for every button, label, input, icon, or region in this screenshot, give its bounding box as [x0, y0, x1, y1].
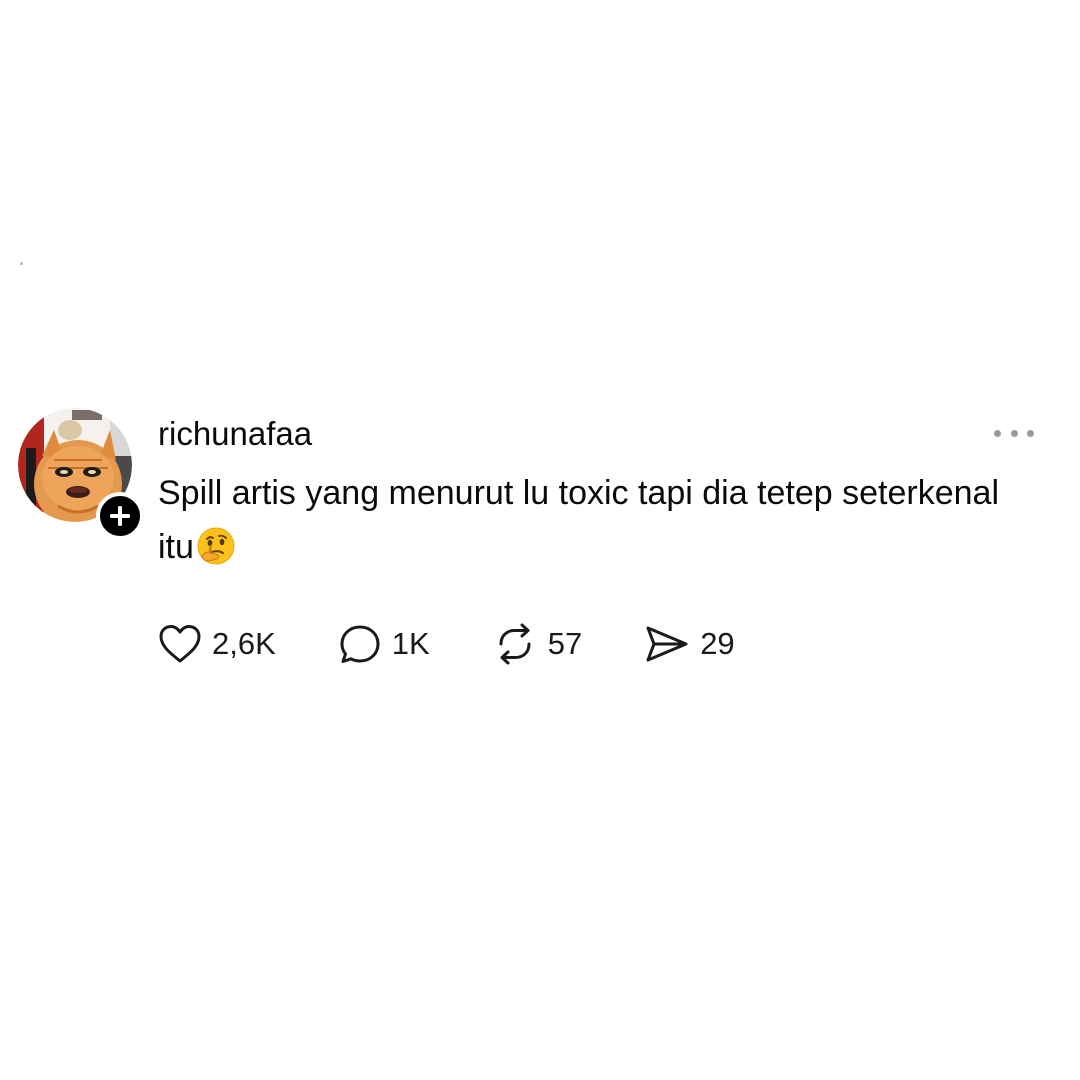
username[interactable]: richunafaa	[158, 412, 1018, 456]
plus-icon	[110, 506, 130, 526]
more-options-button[interactable]	[994, 426, 1034, 440]
post-content: richunafaa Spill artis yang menurut lu t…	[158, 412, 1018, 574]
image-speck	[20, 262, 23, 265]
repost-icon	[499, 623, 531, 665]
reply-count: 1K	[391, 626, 430, 661]
like-button[interactable]: 2,6K	[158, 623, 276, 665]
repost-count: 57	[547, 626, 583, 661]
more-dot-1	[994, 429, 1001, 437]
like-count: 2,6K	[212, 626, 276, 661]
heart-icon	[159, 625, 201, 663]
post-text: Spill artis yang menurut lu toxic tapi d…	[158, 466, 1018, 574]
more-dot-2	[1010, 429, 1018, 437]
repost-button[interactable]: 57	[492, 622, 582, 666]
comment-icon	[340, 625, 380, 663]
avatar-container[interactable]	[18, 408, 144, 540]
follow-button[interactable]	[96, 492, 144, 540]
page: richunafaa Spill artis yang menurut lu t…	[0, 0, 1080, 1080]
more-dot-3	[1027, 429, 1034, 437]
action-bar: 2,6K 1K 57 29	[158, 620, 797, 668]
reply-button[interactable]: 1K	[338, 623, 430, 665]
send-icon	[646, 626, 688, 662]
post-text-body: Spill artis yang menurut lu toxic tapi d…	[158, 474, 1000, 566]
share-count: 29	[700, 626, 735, 661]
share-button[interactable]: 29	[644, 623, 735, 665]
thinking-face-emoji	[197, 527, 235, 565]
